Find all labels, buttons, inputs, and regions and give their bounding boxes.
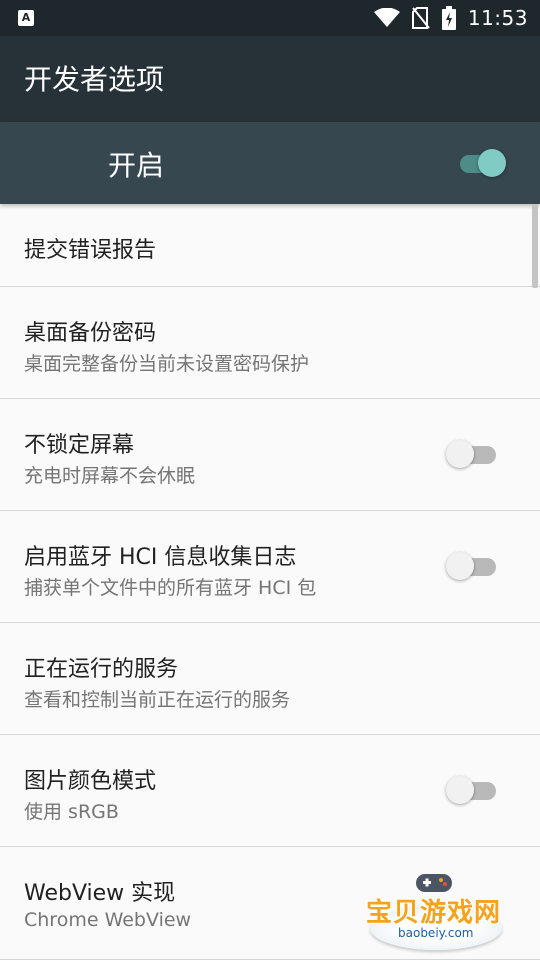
app-toolbar: 开发者选项 <box>0 36 540 122</box>
list-item-stay-awake[interactable]: 不锁定屏幕 充电时屏幕不会休眠 <box>0 399 540 511</box>
status-bar: A 11:53 <box>0 0 540 36</box>
master-toggle[interactable] <box>454 145 510 179</box>
list-item-bluetooth-hci-log[interactable]: 启用蓝牙 HCI 信息收集日志 捕获单个文件中的所有蓝牙 HCI 包 <box>0 511 540 623</box>
stay-awake-toggle[interactable] <box>446 436 502 470</box>
item-summary: 桌面完整备份当前未设置密码保护 <box>24 353 310 375</box>
watermark-text: 宝贝游戏网 <box>366 898 502 928</box>
item-title: 桌面备份密码 <box>24 321 157 346</box>
item-title: 启用蓝牙 HCI 信息收集日志 <box>24 545 297 570</box>
gamepad-icon <box>416 874 452 892</box>
watermark-url: baobeiy.com <box>398 926 474 940</box>
item-summary: 捕获单个文件中的所有蓝牙 HCI 包 <box>24 577 317 599</box>
list-item-bug-report[interactable]: 提交错误报告 <box>0 204 540 287</box>
no-sim-icon <box>411 7 430 29</box>
item-title: 不锁定屏幕 <box>24 433 135 458</box>
item-summary: 使用 sRGB <box>24 801 119 823</box>
page-title: 开发者选项 <box>24 63 165 96</box>
color-mode-toggle[interactable] <box>446 772 502 806</box>
a-notification-icon: A <box>18 10 34 26</box>
settings-list: 提交错误报告 桌面备份密码 桌面完整备份当前未设置密码保护 不锁定屏幕 充电时屏… <box>0 204 540 960</box>
item-summary: 充电时屏幕不会休眠 <box>24 465 196 487</box>
list-item-backup-password[interactable]: 桌面备份密码 桌面完整备份当前未设置密码保护 <box>0 287 540 399</box>
status-time: 11:53 <box>467 6 528 30</box>
scrollbar[interactable] <box>532 204 538 288</box>
watermark-logo: 宝贝游戏网 baobeiy.com <box>362 866 510 958</box>
list-item-picture-color-mode[interactable]: 图片颜色模式 使用 sRGB <box>0 735 540 847</box>
item-summary: 查看和控制当前正在运行的服务 <box>24 689 291 711</box>
battery-charging-icon <box>441 6 456 30</box>
item-title: 正在运行的服务 <box>24 657 179 682</box>
master-switch-bar[interactable]: 开启 <box>0 122 540 204</box>
wifi-icon <box>373 8 400 27</box>
list-item-running-services[interactable]: 正在运行的服务 查看和控制当前正在运行的服务 <box>0 623 540 735</box>
item-title: 图片颜色模式 <box>24 769 157 794</box>
item-summary: Chrome WebView <box>24 909 192 931</box>
item-title: 提交错误报告 <box>24 238 157 263</box>
master-switch-label: 开启 <box>108 149 165 182</box>
bluetooth-hci-toggle[interactable] <box>446 548 502 582</box>
item-title: WebView 实现 <box>24 881 176 906</box>
